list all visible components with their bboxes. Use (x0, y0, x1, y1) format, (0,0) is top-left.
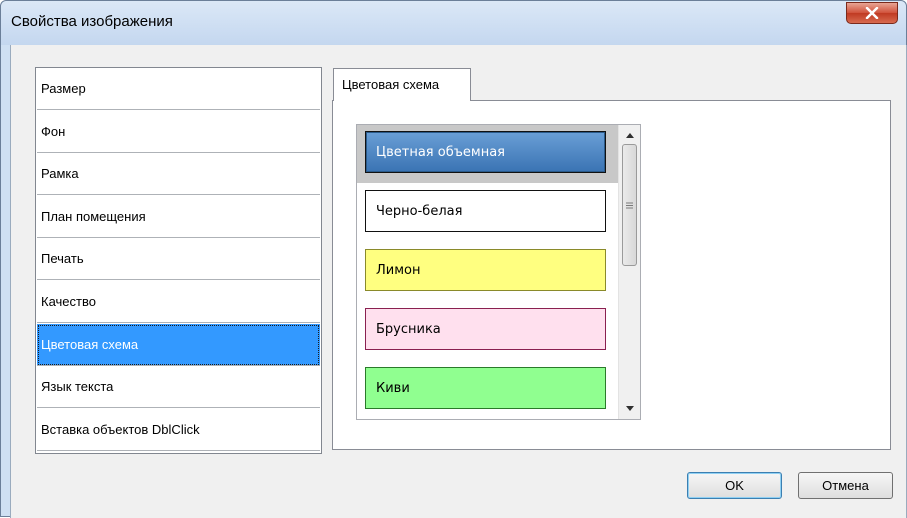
scheme-item[interactable]: Лимон (357, 243, 618, 301)
scheme-item[interactable]: Киви (357, 361, 618, 419)
tab-color-scheme[interactable]: Цветовая схема (333, 68, 471, 101)
scheme-swatch-label: Черно-белая (365, 190, 606, 232)
scheme-item[interactable]: Цветная объемная (357, 125, 618, 183)
chevron-up-icon (625, 133, 634, 138)
scheme-item[interactable]: Брусника (357, 302, 618, 360)
nav-item[interactable]: Размер (37, 68, 320, 110)
dialog-content: Размер Фон Рамка План помещения Печать Качест… (10, 45, 907, 518)
ok-button[interactable]: OK (687, 472, 782, 499)
scheme-item[interactable]: Черно-белая (357, 184, 618, 242)
nav-item[interactable]: Качество (37, 281, 320, 323)
window-title: Свойства изображения (11, 13, 173, 30)
scroll-thumb[interactable] (622, 144, 637, 266)
nav-item[interactable]: Рамка (37, 153, 320, 196)
nav-item[interactable]: Фон (37, 111, 320, 153)
close-button[interactable] (846, 2, 898, 24)
scheme-swatch-label: Лимон (365, 249, 606, 291)
chevron-down-icon (625, 406, 634, 411)
color-scheme-list[interactable]: Цветная объемная Черно-белая Лимон Брусника… (356, 124, 641, 420)
grip-icon (626, 202, 633, 208)
vertical-scrollbar[interactable] (618, 125, 640, 419)
nav-item[interactable]: Вставка объектов DblClick (37, 409, 320, 451)
scheme-swatch-label: Брусника (365, 308, 606, 350)
nav-item[interactable]: Язык текста (37, 366, 320, 409)
title-bar[interactable]: Свойства изображения (1, 1, 906, 45)
nav-item[interactable]: Печать (37, 238, 320, 281)
scroll-up-arrow[interactable] (619, 127, 640, 144)
cancel-button[interactable]: Отмена (798, 472, 893, 499)
nav-item[interactable]: План помещения (37, 196, 320, 238)
category-list: Размер Фон Рамка План помещения Печать Качест… (35, 67, 322, 454)
dialog-window: Свойства изображения Размер Фон Рамка План … (0, 0, 907, 518)
scroll-down-arrow[interactable] (619, 400, 640, 417)
scheme-swatch-label: Киви (365, 367, 606, 409)
nav-item[interactable]: Цветовая схема (37, 323, 320, 366)
close-icon (865, 7, 879, 19)
scheme-swatch-label: Цветная объемная (365, 131, 606, 173)
tab-panel: Цветная объемная Черно-белая Лимон Брусника… (332, 100, 891, 450)
